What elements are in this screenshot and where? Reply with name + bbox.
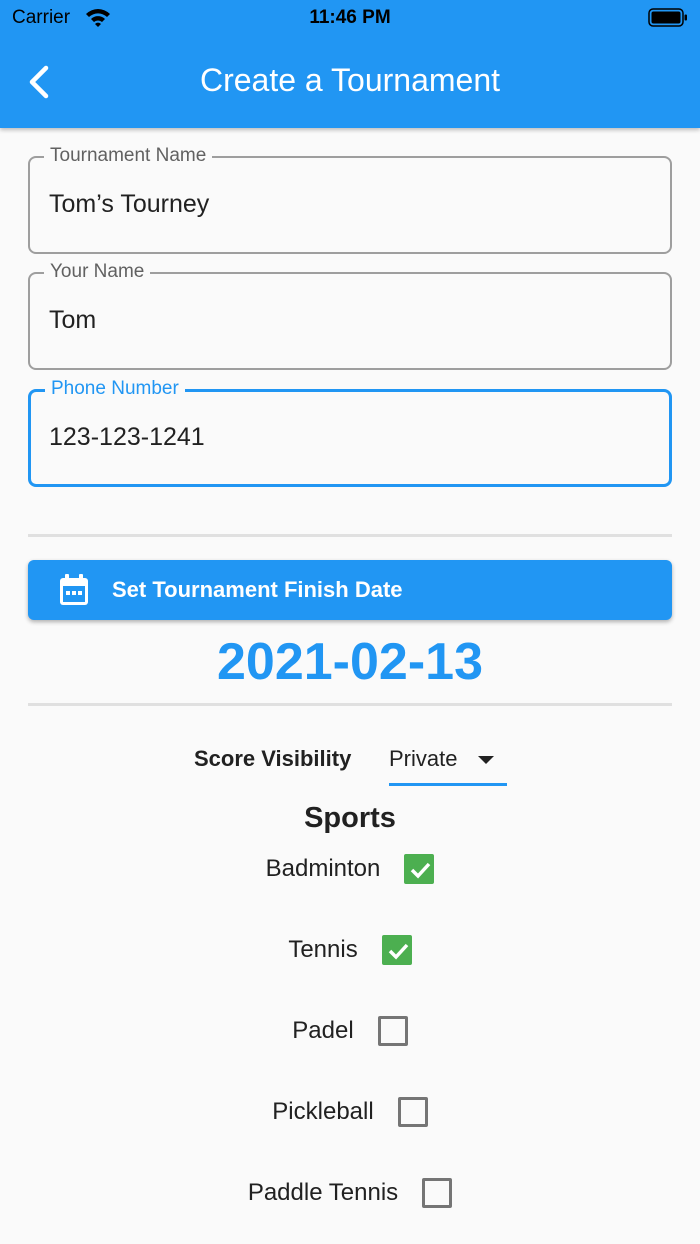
padel-checkbox[interactable] (377, 1016, 408, 1046)
sport-item: Padel (0, 1016, 700, 1060)
pickleball-checkbox[interactable] (397, 1097, 428, 1127)
sports-heading: Sports (304, 802, 396, 834)
sport-item: Pickleball (0, 1097, 700, 1141)
sport-item: Paddle Tennis (0, 1178, 700, 1222)
status-time: 11:46 PM (309, 7, 391, 28)
sport-label: Paddle Tennis (247, 1179, 399, 1206)
calendar-icon (60, 574, 88, 605)
phone-number-field[interactable]: Phone Number 123-123-1241 (28, 377, 672, 487)
badminton-checkbox[interactable] (404, 854, 435, 884)
sport-label: Badminton (265, 855, 381, 882)
phone-number-value[interactable]: 123-123-1241 (49, 423, 205, 452)
app-bar: Carrier 11:46 PM Create a Tournament (0, 0, 700, 128)
dropdown-arrow-icon (478, 756, 494, 764)
your-name-field[interactable]: Your Name Tom (28, 260, 672, 370)
sport-item: Tennis (0, 935, 700, 979)
tournament-name-label: Tournament Name (44, 144, 213, 168)
finish-date-value: 2021-02-13 (217, 633, 483, 691)
checkmark-icon (388, 943, 408, 960)
score-visibility-value: Private (389, 746, 458, 771)
divider (28, 534, 672, 537)
your-name-label: Your Name (44, 260, 151, 284)
sport-item: Badminton (0, 854, 700, 898)
paddle-tennis-checkbox[interactable] (422, 1178, 453, 1208)
your-name-value[interactable]: Tom (49, 306, 96, 335)
sport-label: Padel (292, 1017, 354, 1044)
checkmark-icon (411, 862, 431, 879)
status-bar: Carrier 11:46 PM (0, 0, 700, 36)
score-visibility-dropdown[interactable]: Private (389, 740, 507, 786)
divider (28, 703, 672, 706)
score-visibility-label: Score Visibility (194, 746, 352, 771)
tournament-name-value[interactable]: Tom’s Tourney (49, 190, 209, 219)
tennis-checkbox[interactable] (381, 935, 412, 965)
phone-number-label: Phone Number (45, 377, 185, 401)
page-title: Create a Tournament (199, 62, 501, 98)
sport-label: Pickleball (272, 1098, 374, 1125)
set-finish-date-label: Set Tournament Finish Date (112, 577, 403, 602)
battery-icon (648, 8, 687, 27)
tournament-name-field[interactable]: Tournament Name Tom’s Tourney (28, 144, 672, 254)
set-finish-date-button[interactable]: Set Tournament Finish Date (28, 560, 672, 620)
sport-label: Tennis (288, 936, 358, 963)
